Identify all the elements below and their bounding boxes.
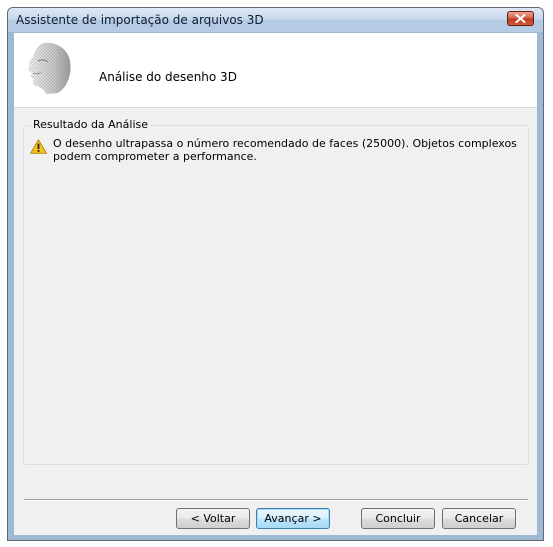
wizard-header: Análise do desenho 3D <box>14 33 537 108</box>
back-button[interactable]: < Voltar <box>176 508 250 529</box>
import-wizard-window: Assistente de importação de arquivos 3D <box>7 7 544 541</box>
wizard-step-title: Análise do desenho 3D <box>99 70 237 84</box>
close-button[interactable] <box>507 11 534 26</box>
analysis-group-label: Resultado da Análise <box>31 118 151 131</box>
title-bar[interactable]: Assistente de importação de arquivos 3D <box>8 8 543 32</box>
close-icon <box>515 14 526 23</box>
button-separator <box>24 499 528 501</box>
finish-button[interactable]: Concluir <box>361 508 435 529</box>
warning-icon <box>30 139 47 154</box>
warning-message: O desenho ultrapassa o número recomendad… <box>53 137 517 163</box>
next-button[interactable]: Avançar > <box>256 508 330 529</box>
face-mesh-icon <box>28 42 71 94</box>
cancel-button[interactable]: Cancelar <box>442 508 516 529</box>
analysis-result-group: Resultado da Análise O desenho ultrapass… <box>23 118 529 465</box>
window-title: Assistente de importação de arquivos 3D <box>16 13 264 27</box>
dialog-client-area: Análise do desenho 3D Resultado da Análi… <box>14 33 537 535</box>
